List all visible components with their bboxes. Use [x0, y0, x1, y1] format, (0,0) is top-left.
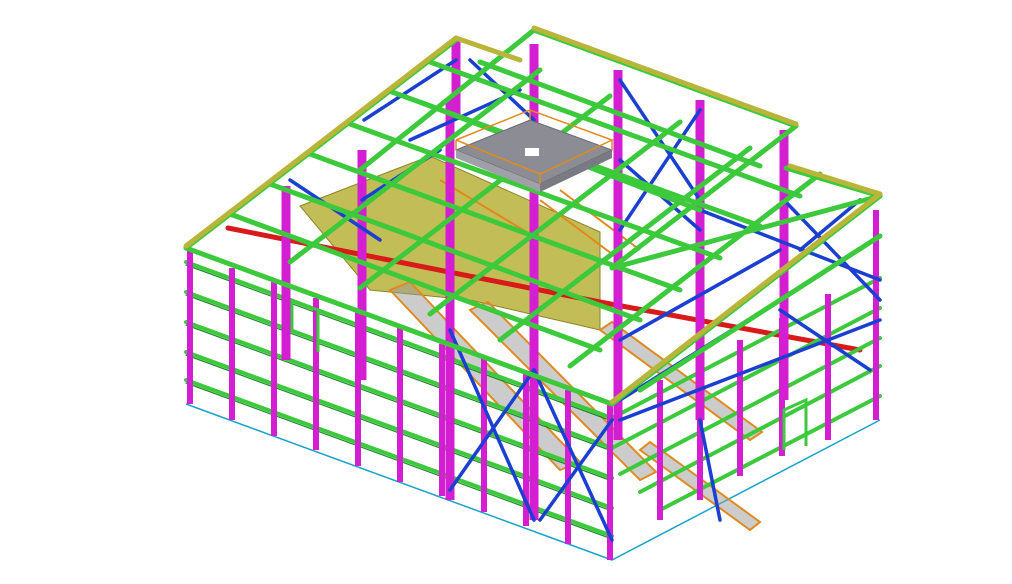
model-viewport[interactable]: [0, 0, 1012, 584]
steel-structure-model[interactable]: [0, 0, 1012, 584]
platform-hatch: [525, 148, 539, 156]
